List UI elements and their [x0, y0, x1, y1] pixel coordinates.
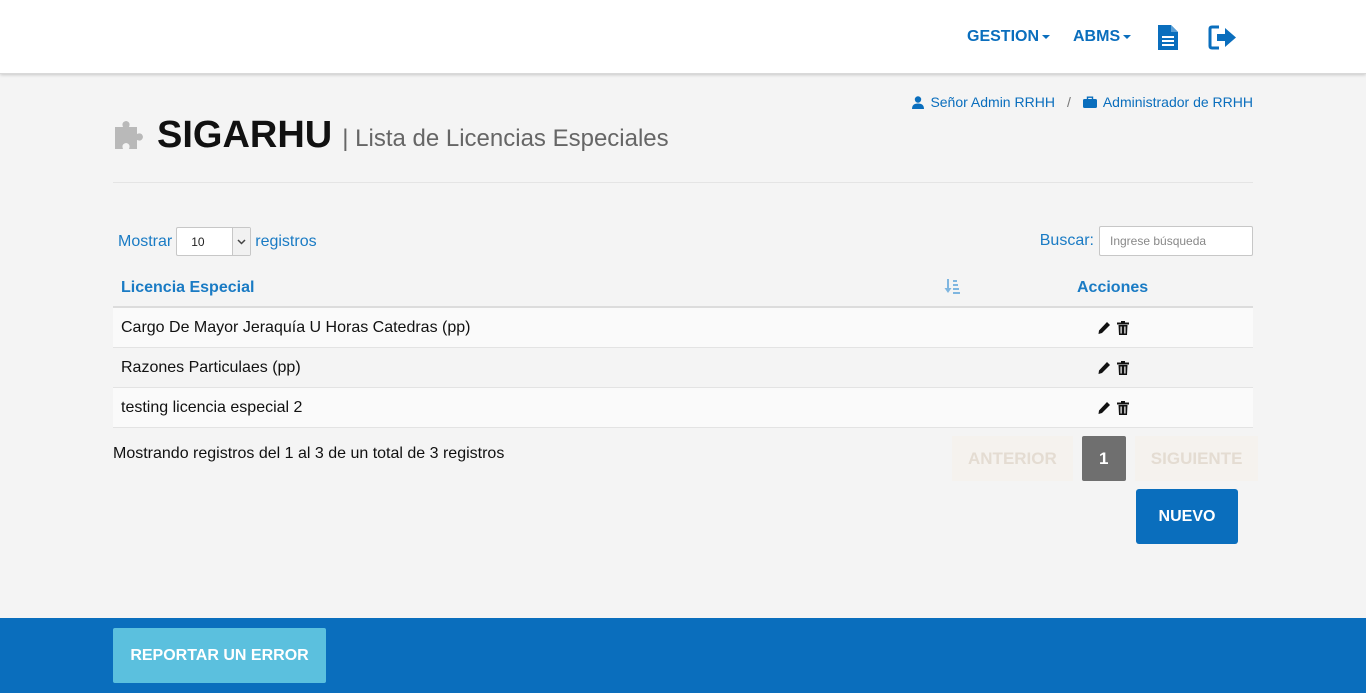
app-title: SIGARHU [157, 114, 333, 156]
logout-icon[interactable] [1208, 25, 1238, 55]
delete-trash-icon[interactable] [1117, 321, 1129, 335]
page-size-value: 10 [191, 235, 205, 249]
caret-down-icon [1123, 35, 1132, 39]
show-label: Mostrar [118, 232, 173, 250]
puzzle-icon [113, 115, 149, 156]
header-divider [113, 182, 1253, 183]
sort-icon[interactable] [944, 278, 961, 300]
column-header-licencia[interactable]: Licencia Especial [121, 279, 254, 297]
menu-gestion-label: GESTION [967, 28, 1040, 45]
search-input[interactable] [1099, 226, 1253, 256]
top-navbar: GESTION ABMS [0, 0, 1366, 74]
licence-name: Razones Particulaes (pp) [121, 359, 301, 376]
user-icon [912, 95, 925, 109]
search-control: Buscar: [1040, 226, 1253, 256]
edit-pencil-icon[interactable] [1097, 401, 1111, 415]
delete-trash-icon[interactable] [1117, 401, 1129, 415]
menu-gestion[interactable]: GESTION [967, 28, 1051, 46]
document-icon[interactable] [1157, 24, 1179, 56]
page-subtitle: | Lista de Licencias Especiales [342, 125, 669, 152]
report-error-button[interactable]: REPORTAR UN ERROR [113, 628, 326, 683]
table-header: Licencia Especial Acciones [113, 268, 1253, 308]
search-label: Buscar: [1039, 232, 1094, 249]
licence-name: Cargo De Mayor Jeraquía U Horas Catedras… [121, 319, 471, 336]
page-1-button[interactable]: 1 [1081, 436, 1126, 481]
user-role-link[interactable]: Administrador de RRHH [1103, 94, 1253, 110]
pagination: ANTERIOR 1 SIGUIENTE [952, 436, 1259, 481]
licence-name: testing licencia especial 2 [121, 399, 303, 416]
new-button[interactable]: NUEVO [1136, 489, 1238, 544]
caret-down-icon [1042, 35, 1051, 39]
user-breadcrumb: Señor Admin RRHH / Administrador de RRHH [912, 94, 1253, 110]
column-header-acciones: Acciones [1077, 279, 1149, 296]
next-page-button[interactable]: SIGUIENTE [1134, 436, 1259, 481]
briefcase-icon [1082, 96, 1097, 108]
edit-pencil-icon[interactable] [1097, 321, 1111, 335]
delete-trash-icon[interactable] [1117, 361, 1129, 375]
page-header: SIGARHU | Lista de Licencias Especiales [113, 114, 669, 156]
table-row: testing licencia especial 2 [113, 388, 1253, 428]
page-size-control: Mostrar 10 registros [118, 227, 317, 256]
previous-page-button[interactable]: ANTERIOR [952, 436, 1073, 481]
page-size-select[interactable]: 10 [176, 227, 252, 256]
table-row: Razones Particulaes (pp) [113, 348, 1253, 388]
user-name-link[interactable]: Señor Admin RRHH [930, 94, 1055, 110]
menu-abms-label: ABMS [1073, 28, 1121, 45]
edit-pencil-icon[interactable] [1097, 361, 1111, 375]
breadcrumb-separator: / [1066, 94, 1071, 110]
records-label: registros [255, 232, 317, 250]
table-row: Cargo De Mayor Jeraquía U Horas Catedras… [113, 308, 1253, 348]
menu-abms[interactable]: ABMS [1073, 28, 1132, 46]
records-info: Mostrando registros del 1 al 3 de un tot… [113, 445, 505, 462]
licenses-table: Licencia Especial Acciones Cargo De Mayo… [113, 268, 1253, 428]
chevron-down-icon[interactable] [232, 228, 251, 255]
footer: REPORTAR UN ERROR [0, 618, 1366, 693]
